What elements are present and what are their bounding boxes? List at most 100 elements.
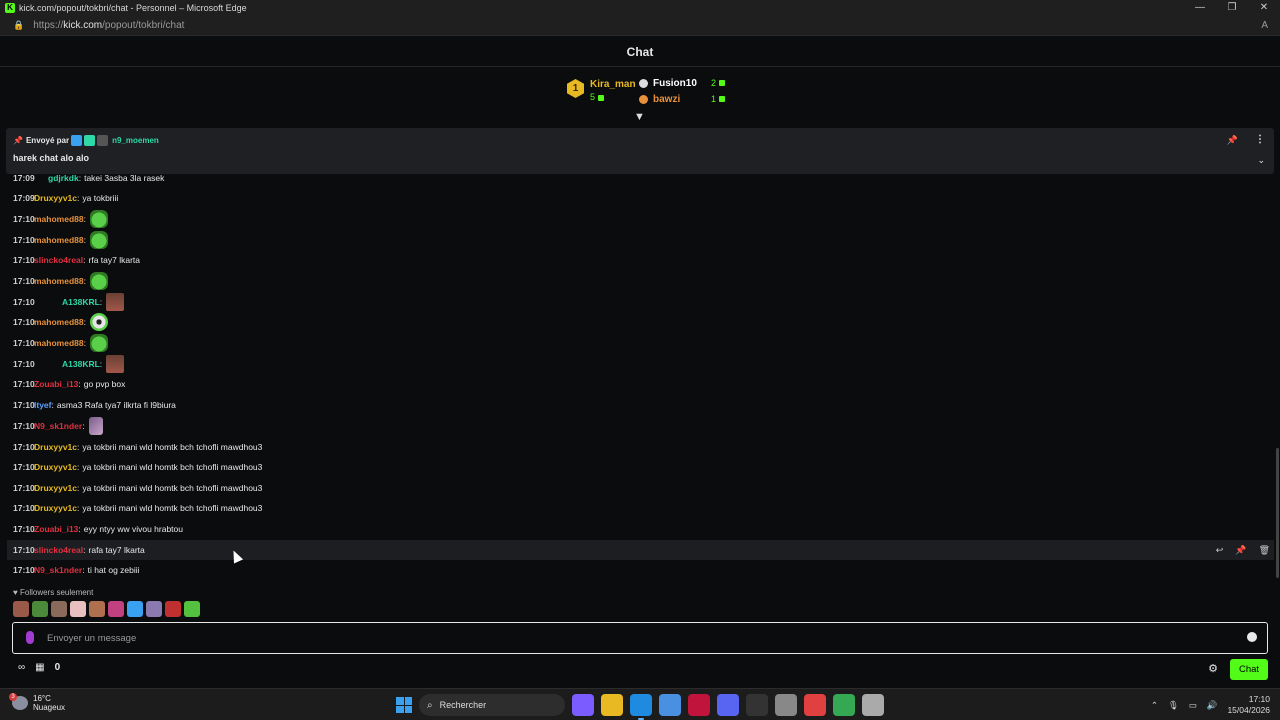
chat-message[interactable]: 17:10 slincko4real: rafa tay7 lkarta ↩ 📌 🗑 [7,540,1274,560]
weather-widget[interactable]: 16°C Nuageux [9,693,65,712]
windows-start-icon[interactable] [396,697,412,713]
emote-icon[interactable] [184,601,200,617]
pinned-username[interactable]: n9_moemen [112,136,159,145]
acrobat-icon[interactable] [688,694,710,716]
message-username[interactable]: Druxyyv1c [34,193,77,203]
message-username[interactable]: mahomed88 [34,317,84,327]
message-username[interactable]: Druxyyv1c [34,483,77,493]
chat-message[interactable]: 17:10 Zouabi_i13: eyy ntyy ww vivou hrabto… [7,519,1274,539]
message-input[interactable] [47,629,1227,647]
emote-icon[interactable] [32,601,48,617]
minimize-icon[interactable]: — [1184,0,1216,16]
emote-icon[interactable] [70,601,86,617]
message-username[interactable]: Zouabi_i13 [34,524,78,534]
message-username[interactable]: mahomed88 [34,338,84,348]
emoji-icon[interactable] [1247,632,1257,642]
emote-icon[interactable] [165,601,181,617]
fig-emote-icon[interactable] [88,417,103,435]
read-aloud-icon[interactable]: A [1261,20,1268,31]
message-username[interactable]: mahomed88 [34,214,84,224]
leaderboard-first[interactable]: 1 Kira_man 5 [567,79,636,102]
chat-message[interactable]: 17:10 Zouabi_i13: go pvp box [7,374,1274,394]
channel-points-icon[interactable]: ∞ [18,662,25,673]
collapse-leaderboard-icon[interactable]: ▼ [634,111,645,123]
file-explorer-icon[interactable] [601,694,623,716]
chat-message[interactable]: 17:10 mahomed88: [7,230,1274,250]
store-icon[interactable]: ▦ [35,662,44,673]
pepe-emote-icon[interactable] [89,231,108,249]
message-username[interactable]: Druxyyv1c [34,442,77,452]
emote-icon[interactable] [13,601,29,617]
message-username[interactable]: gdjrkdk [48,174,79,183]
emote-icon[interactable] [127,601,143,617]
message-username[interactable]: mahomed88 [34,235,84,245]
leaderboard-row[interactable]: Fusion10 2 [639,75,726,91]
message-username[interactable]: N9_sk1nder [34,421,82,431]
message-username[interactable]: mahomed88 [34,276,84,286]
chat-message[interactable]: 17:10 Druxyyv1c: ya tokbrii mani wld homtk… [7,478,1274,498]
face-emote-icon[interactable] [106,355,125,373]
epic-icon[interactable] [746,694,768,716]
chat-message[interactable]: 17:09 Druxyyv1c: ya tokbriii [7,188,1274,208]
restore-icon[interactable]: ❐ [1216,0,1248,16]
store-app-icon[interactable] [659,694,681,716]
emote-icon[interactable] [108,601,124,617]
chat-message[interactable]: 17:09 gdjrkdk: takei 3asba 3la rasek [7,174,1274,188]
chevron-up-icon[interactable]: ⌃ [1151,700,1158,711]
chevron-down-icon[interactable]: ⌄ [1257,155,1265,166]
message-username[interactable]: Druxyyv1c [34,503,77,513]
reply-icon[interactable]: ↩ [1216,545,1224,556]
chat-message[interactable]: 17:10 N9_sk1nder: ti hat og zebiii [7,560,1274,580]
more-options-icon[interactable]: ⋮ [1255,134,1265,145]
taskbar-search[interactable]: ⌕ Rechercher [419,694,565,716]
url-text[interactable]: https://kick.com/popout/tokbri/chat [33,20,184,31]
message-username[interactable]: A138KRL [62,359,100,369]
chat-message[interactable]: 17:10 Druxyyv1c: ya tokbrii mani wld homtk… [7,498,1274,518]
unpin-icon[interactable]: 📌 [1227,135,1238,146]
emote-icon[interactable] [146,601,162,617]
chat-message[interactable]: 17:10 A138KRL: [7,354,1274,374]
leaderboard-row[interactable]: bawzi 1 [639,91,726,107]
clock[interactable]: 17:10 15/04/2026 [1227,694,1270,716]
message-username[interactable]: slincko4real [34,545,83,555]
message-username[interactable]: slincko4real [34,255,83,265]
emote-icon[interactable] [51,601,67,617]
settings-gear-icon[interactable]: ⚙ [1208,662,1218,675]
chat-message[interactable]: 17:10 A138KRL: [7,292,1274,312]
chat-message[interactable]: 17:10 mahomed88: [7,209,1274,229]
settings-app-icon[interactable] [775,694,797,716]
pin-message-icon[interactable]: 📌 [1235,545,1246,556]
volume-icon[interactable]: 🔊 [1207,700,1218,711]
message-username[interactable]: A138KRL [62,297,100,307]
send-chat-button[interactable]: Chat [1230,659,1268,680]
network-icon[interactable]: ▭ [1189,700,1197,711]
message-username[interactable]: ltyef [34,400,51,410]
microphone-icon[interactable] [26,631,34,644]
chat-message[interactable]: 17:10 mahomed88: [7,333,1274,353]
pepe-emote-icon[interactable] [89,210,108,228]
copilot-icon[interactable] [572,694,594,716]
message-username[interactable]: Druxyyv1c [34,462,77,472]
chat-message-list[interactable]: 17:09 gdjrkdk: takei 3asba 3la rasek 17:09 D… [0,174,1280,582]
message-username[interactable]: N9_sk1nder [34,565,82,575]
chrome-profile-icon[interactable] [833,694,855,716]
emote-icon[interactable] [89,601,105,617]
eyes-emote-icon[interactable] [89,313,108,331]
chat-scrollbar[interactable] [1276,448,1279,578]
lock-icon[interactable]: 🔒 [13,20,24,31]
message-input-box[interactable] [12,622,1268,654]
close-icon[interactable]: ✕ [1248,0,1280,16]
face-emote-icon[interactable] [106,293,125,311]
address-bar[interactable]: 🔒 https://kick.com/popout/tokbri/chat A [0,16,1280,36]
chat-message[interactable]: 17:10 N9_sk1nder: [7,416,1274,436]
chat-message[interactable]: 17:10 mahomed88: [7,271,1274,291]
chat-message[interactable]: 17:10 Druxyyv1c: ya tokbrii mani wld homtk… [7,437,1274,457]
delete-icon[interactable]: 🗑 [1259,545,1270,556]
pepe-emote-icon[interactable] [89,272,108,290]
chat-message[interactable]: 17:10 slincko4real: rfa tay7 lkarta [7,250,1274,270]
pepe-emote-icon[interactable] [89,334,108,352]
chat-message[interactable]: 17:10 ltyef: asma3 Rafa tya7 ilkrta fi l9b… [7,395,1274,415]
steam-icon[interactable] [862,694,884,716]
microphone-tray-icon[interactable]: 🎙 [1168,700,1179,711]
edge-icon[interactable] [630,694,652,720]
